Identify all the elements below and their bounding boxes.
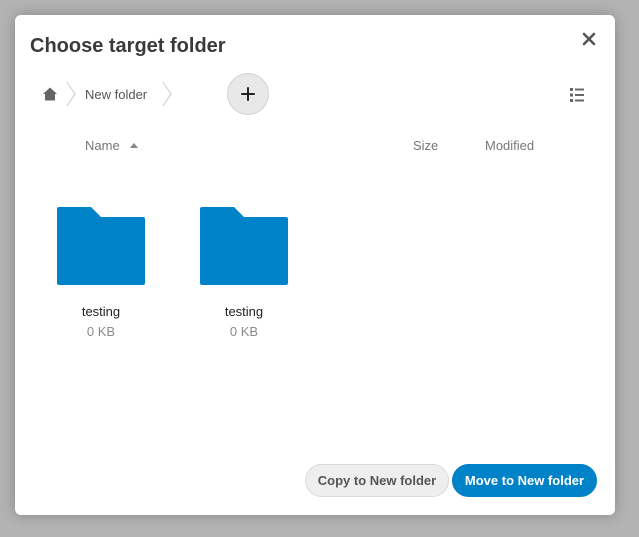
breadcrumb-home[interactable] [35,78,65,110]
close-icon [582,32,596,46]
file-name: testing [81,304,121,319]
column-header-modified[interactable]: Modified [485,138,534,153]
breadcrumb-separator-icon [162,81,172,107]
sort-ascending-icon [129,143,138,148]
copy-button[interactable]: Copy to New folder [305,464,449,497]
file-name: testing [224,304,264,319]
dialog-title: Choose target folder [30,35,226,57]
column-header-name[interactable]: Name [85,138,138,153]
file-size: 0 KB [229,324,259,339]
file-size: 0 KB [86,324,116,339]
column-name-label: Name [85,138,120,153]
breadcrumb: New folder [35,78,173,110]
move-button[interactable]: Move to New folder [452,464,597,497]
new-folder-button[interactable] [227,73,269,115]
close-button[interactable] [577,27,601,51]
home-icon [43,87,57,101]
plus-icon [241,87,255,101]
choose-folder-dialog: Choose target folder New folder Name Siz… [15,15,615,515]
file-tile[interactable]: testing 0 KB [51,207,151,347]
folder-icon [57,207,145,285]
breadcrumb-separator-icon [66,81,76,107]
view-toggle-button[interactable] [567,85,587,105]
file-list-header: Name Size Modified [15,138,615,156]
list-view-icon [570,88,584,102]
file-tile[interactable]: testing 0 KB [194,207,294,347]
column-header-size[interactable]: Size [413,138,438,153]
folder-icon [200,207,288,285]
breadcrumb-item-new-folder[interactable]: New folder [77,87,161,102]
